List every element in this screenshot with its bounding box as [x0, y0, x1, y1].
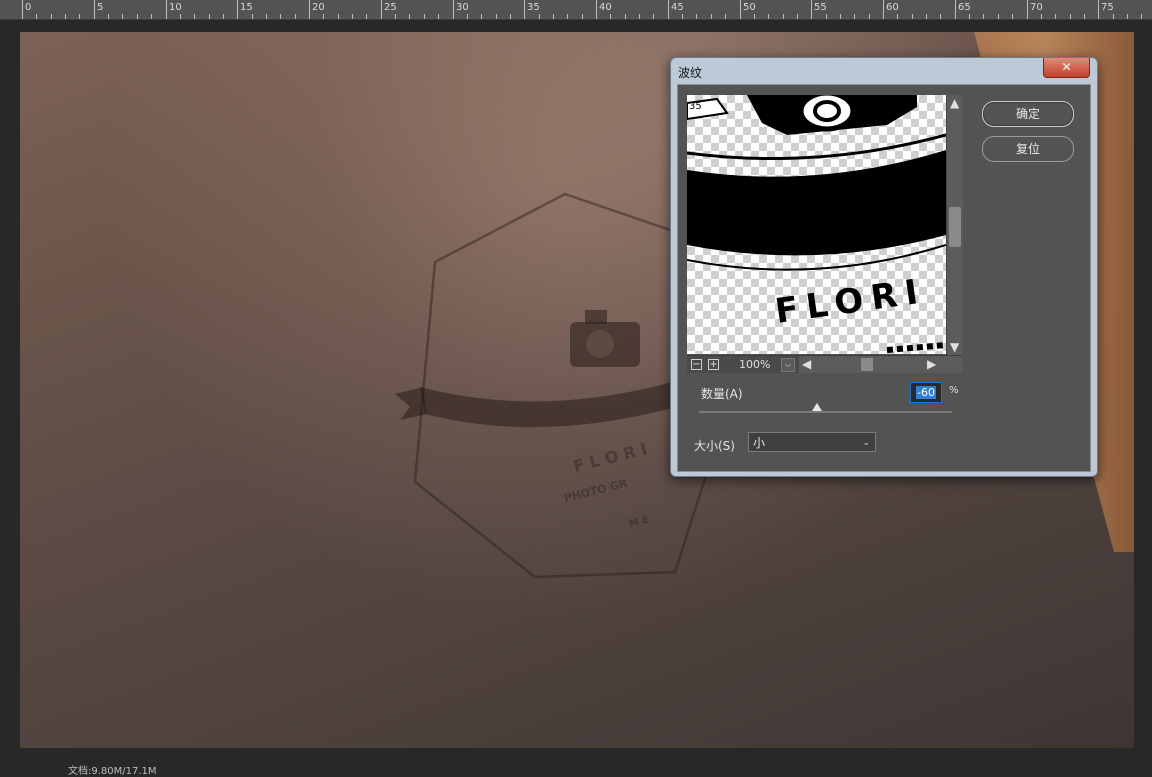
ruler-label: 50 [743, 2, 756, 13]
size-select[interactable]: 小 ⌄ [748, 432, 876, 452]
ruler-label: 35 [527, 2, 540, 13]
ruler-label: 30 [456, 2, 469, 13]
chevron-down-icon: ⌄ [862, 438, 870, 448]
document-size-info[interactable]: 文档:9.80M/17.1M [68, 762, 157, 777]
ruler-label: 45 [671, 2, 684, 13]
preview-text: FLORI [773, 271, 929, 332]
svg-text:M E: M E [628, 514, 650, 530]
zoom-in-icon[interactable]: + [708, 359, 719, 370]
svg-text:F L O R I: F L O R I [571, 439, 649, 476]
dialog-body: 35 FLORI ▲ ▼ − + 100% ⌵ ◀ ▶ 确定 复位 数量(A) … [677, 84, 1091, 472]
horizontal-scroll-thumb[interactable] [861, 358, 873, 371]
zoom-dropdown-chevron-icon[interactable]: ⌵ [781, 358, 795, 372]
ruler-label: 65 [958, 2, 971, 13]
ruler-label: 55 [814, 2, 827, 13]
scroll-right-arrow-icon[interactable]: ▶ [927, 358, 936, 370]
ruler-label: 15 [240, 2, 253, 13]
ripple-filter-dialog: 波纹 ✕ 35 FLORI ▲ ▼ − + 100% ⌵ ◀ ▶ 确定 复位 数… [670, 57, 1098, 477]
amount-input[interactable]: -60 [910, 382, 942, 403]
size-label: 大小(S) [694, 439, 735, 453]
scroll-up-arrow-icon[interactable]: ▲ [950, 97, 959, 109]
ruler-label: 20 [312, 2, 325, 13]
preview-image: 35 FLORI [687, 95, 946, 353]
status-bar: 文档:9.80M/17.1M [0, 752, 1152, 777]
ruler-label: 0 [25, 2, 32, 13]
close-button[interactable]: ✕ [1043, 58, 1090, 78]
ruler-label: 5 [97, 2, 104, 13]
svg-text:35: 35 [689, 101, 702, 112]
ruler-label: 25 [384, 2, 397, 13]
dialog-title: 波纹 [678, 66, 703, 80]
scroll-left-arrow-icon[interactable]: ◀ [802, 358, 811, 370]
amount-unit: % [949, 385, 959, 396]
zoom-out-icon[interactable]: − [691, 359, 702, 370]
zoom-level: 100% [739, 358, 771, 371]
size-select-value: 小 [753, 436, 766, 450]
preview-vertical-scrollbar[interactable]: ▲ ▼ [946, 95, 963, 357]
preview-toolbar: − + 100% ⌵ ◀ ▶ [687, 355, 962, 373]
filter-preview[interactable]: 35 FLORI [687, 95, 946, 354]
vertical-scroll-thumb[interactable] [949, 207, 961, 247]
horizontal-ruler[interactable]: 0 5 10 15 20 25 30 35 40 45 50 55 60 65 70 75 [0, 0, 1152, 20]
ruler-label: 10 [169, 2, 182, 13]
amount-slider-track[interactable] [699, 411, 952, 413]
ruler-label: 75 [1101, 2, 1114, 13]
amount-label: 数量(A) [701, 387, 743, 401]
preview-horizontal-scrollbar[interactable]: ◀ ▶ [799, 356, 962, 373]
reset-button[interactable]: 复位 [982, 136, 1074, 162]
svg-text:PHOTO GR: PHOTO GR [563, 476, 630, 504]
ruler-label: 70 [1030, 2, 1043, 13]
amount-slider-thumb[interactable] [812, 403, 822, 411]
ruler-label: 60 [886, 2, 899, 13]
ok-button[interactable]: 确定 [982, 101, 1074, 127]
ruler-label: 40 [599, 2, 612, 13]
scroll-down-arrow-icon[interactable]: ▼ [950, 341, 959, 353]
amount-value: -60 [916, 386, 936, 399]
